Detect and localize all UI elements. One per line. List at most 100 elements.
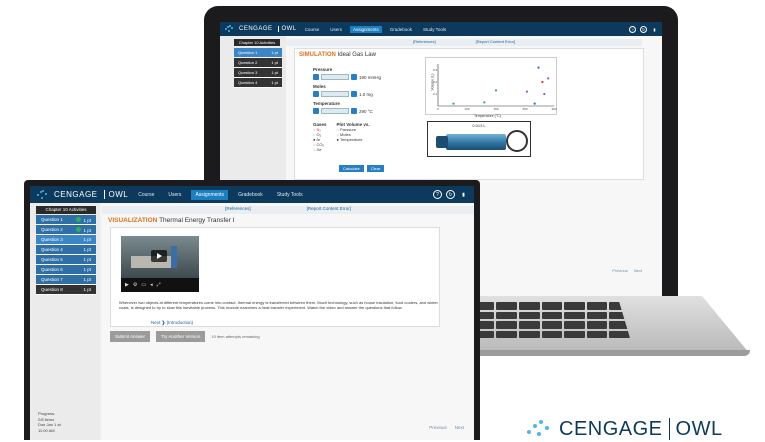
- question-points: 1 pt: [83, 237, 91, 242]
- next-link-sub: (Introduction): [166, 320, 194, 325]
- nav-gradebook[interactable]: Gradebook: [234, 190, 267, 200]
- pressure-slider[interactable]: [321, 74, 349, 80]
- sidebar-item-question-8[interactable]: Question 8 1 pt: [36, 285, 96, 295]
- keyboard-key: [518, 330, 540, 338]
- question-points: 1 pt: [83, 277, 91, 282]
- question-label: Question 5: [41, 257, 63, 262]
- report-error-link[interactable]: [Report Content Error]: [476, 39, 515, 46]
- pressure-increase-button[interactable]: [351, 74, 357, 80]
- fullscreen-icon[interactable]: ⤢: [157, 282, 161, 288]
- previous-button[interactable]: Previous: [429, 425, 447, 430]
- nav-gradebook[interactable]: Gradebook: [387, 26, 415, 33]
- help-icon[interactable]: ?: [629, 25, 636, 33]
- attempts-remaining: 10 item attempts remaining: [211, 334, 260, 339]
- clear-button[interactable]: Clear: [366, 165, 385, 172]
- data-point: [452, 102, 455, 105]
- sidebar-item-question-3[interactable]: Question 3 1 pt: [234, 68, 282, 78]
- chart-y-label: Volume (L): [430, 73, 435, 91]
- temperature-decrease-button[interactable]: [313, 108, 319, 114]
- sidebar-item-question-6[interactable]: Question 6 1 pt: [36, 265, 96, 275]
- sidebar-item-question-7[interactable]: Question 7 1 pt: [36, 275, 96, 285]
- temperature-value: 290 °C: [359, 108, 373, 114]
- gas-options: N₂ O₂ Ar CO₂ Xe: [313, 127, 327, 152]
- nav-course[interactable]: Course: [302, 26, 323, 33]
- sidebar-item-question-1[interactable]: Question 1 1 pt: [36, 215, 96, 225]
- sidebar-item-question-4[interactable]: Question 4 1 pt: [36, 245, 96, 255]
- nav-study-tools[interactable]: Study Tools: [273, 190, 307, 200]
- video-player[interactable]: ▶ ⚙ ▭ ◂ ⤢: [121, 236, 199, 292]
- user-icon[interactable]: ▮: [651, 26, 658, 33]
- data-point: [525, 90, 529, 93]
- nav-users[interactable]: Users: [164, 190, 185, 200]
- brand-name: CENGAGE: [239, 26, 273, 32]
- question-label: Question 3: [238, 70, 258, 75]
- nav-assignments[interactable]: Assignments: [191, 189, 229, 200]
- gas-option-xe[interactable]: Xe: [313, 147, 327, 152]
- product-name: OWL: [103, 190, 129, 199]
- try-another-version-button[interactable]: Try Another Version: [156, 331, 206, 342]
- captions-icon[interactable]: ▭: [141, 282, 146, 288]
- sidebar-title: Chapter 10 Activities: [36, 206, 96, 214]
- question-label: Question 2: [238, 60, 258, 65]
- calculate-button[interactable]: Calculate: [339, 165, 364, 172]
- volume-chart: 0 100 150 250 300 0.3 0.2 0.1 Temperature (°C) …: [425, 57, 557, 118]
- simulation-title: SIMULATION Ideal Gas Law: [299, 52, 376, 58]
- volume-icon[interactable]: ◂: [150, 282, 153, 288]
- brand-name: CENGAGE: [54, 190, 98, 199]
- question-points: 1 pt: [83, 217, 91, 223]
- cengage-logo-icon: [224, 24, 234, 34]
- keyboard-key: [586, 311, 608, 319]
- keyboard-key: [564, 302, 585, 310]
- nav-assignments[interactable]: Assignments: [349, 25, 382, 33]
- temperature-increase-button[interactable]: [351, 108, 357, 114]
- pressure-value: 190 mmHg: [359, 74, 382, 80]
- question-label: Question 4: [238, 80, 258, 85]
- simulation-controls: Pressure 190 mmHg Moles 1.0 mg Temperatu…: [313, 63, 423, 152]
- syringe-body: [446, 134, 506, 150]
- data-point: [541, 80, 544, 84]
- sidebar-item-question-5[interactable]: Question 5 1 pt: [36, 255, 96, 265]
- previous-button[interactable]: Previous: [612, 268, 628, 273]
- moles-slider[interactable]: [321, 91, 349, 97]
- laptop-topbar: CENGAGE OWL Course Users Assignments Gra…: [220, 22, 662, 36]
- settings-icon[interactable]: ⚙: [133, 282, 137, 288]
- temperature-slider[interactable]: [321, 108, 349, 114]
- nav-study-tools[interactable]: Study Tools: [420, 26, 449, 33]
- corner-brand-name: CENGAGE: [559, 417, 663, 440]
- sidebar-item-question-4[interactable]: Question 4 1 pt: [234, 78, 282, 88]
- sidebar-item-question-2[interactable]: Question 2 1 pt: [36, 225, 96, 235]
- play-button-icon[interactable]: ▶: [125, 282, 129, 288]
- y-tick-label: 0.1: [433, 92, 438, 96]
- keyboard-key: [564, 311, 585, 319]
- x-tick-label: 250: [522, 107, 527, 111]
- refresh-icon[interactable]: ↻: [446, 190, 455, 199]
- monitor-content: [References] [Report Content Error] VISU…: [102, 203, 474, 440]
- simulation-name: Ideal Gas Law: [337, 52, 376, 58]
- next-button[interactable]: Next: [634, 268, 642, 273]
- next-button[interactable]: Next: [455, 425, 464, 430]
- play-icon[interactable]: [151, 250, 167, 262]
- plot-option-temperature[interactable]: Temperature: [337, 137, 370, 142]
- pressure-decrease-button[interactable]: [313, 74, 319, 80]
- references-link[interactable]: [References]: [413, 39, 436, 46]
- question-points: 1 pt: [271, 60, 278, 65]
- sidebar-item-question-1[interactable]: Question 1 1 pt: [234, 48, 282, 58]
- sidebar-item-question-3[interactable]: Question 3 1 pt: [36, 235, 96, 245]
- nav-course[interactable]: Course: [134, 190, 158, 200]
- next-introduction-link[interactable]: Next ❯ (Introduction): [151, 320, 193, 326]
- report-error-link[interactable]: [Report Content Error]: [307, 206, 351, 214]
- refresh-icon[interactable]: ↻: [640, 25, 647, 33]
- sidebar-item-question-2[interactable]: Question 2 1 pt: [234, 58, 282, 68]
- reference-bar: [References] [Report Content Error]: [286, 39, 642, 46]
- moles-increase-button[interactable]: [351, 91, 357, 97]
- nav-users[interactable]: Users: [327, 26, 345, 33]
- submit-answer-button[interactable]: Submit Answer: [110, 331, 151, 342]
- corner-brand: CENGAGE OWL: [525, 416, 723, 442]
- visualization-name: Thermal Energy Transfer I: [159, 217, 235, 224]
- moles-decrease-button[interactable]: [313, 91, 319, 97]
- help-icon[interactable]: ?: [433, 190, 442, 199]
- moles-value: 1.0 mg: [359, 91, 373, 97]
- user-icon[interactable]: ▮: [459, 190, 468, 199]
- references-link[interactable]: [References]: [225, 206, 251, 214]
- question-points: 1 pt: [83, 247, 91, 252]
